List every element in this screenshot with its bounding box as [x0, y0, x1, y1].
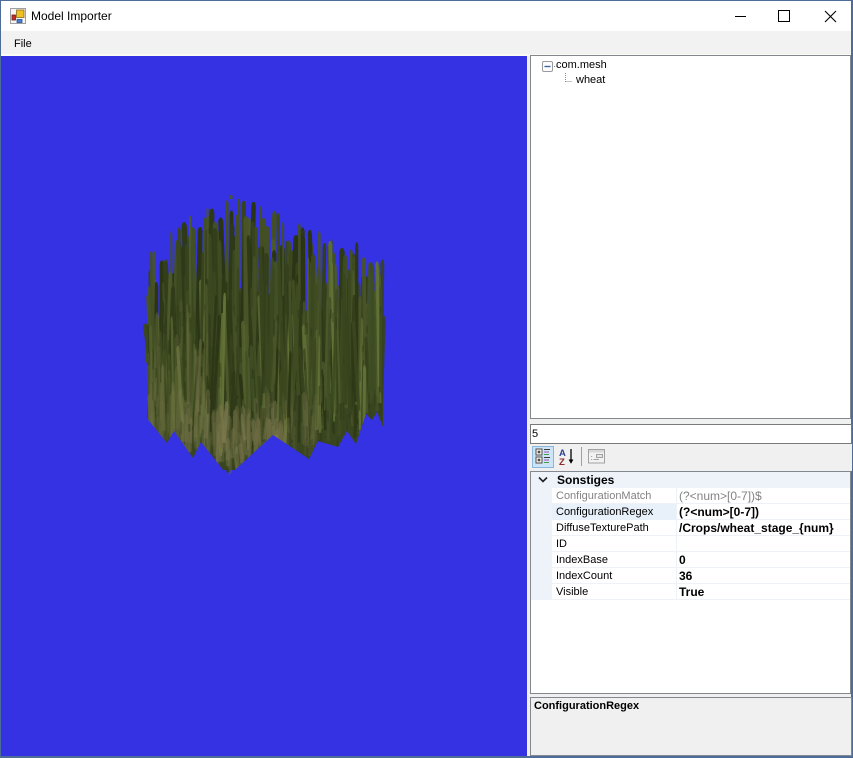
- svg-text:Z: Z: [559, 457, 565, 467]
